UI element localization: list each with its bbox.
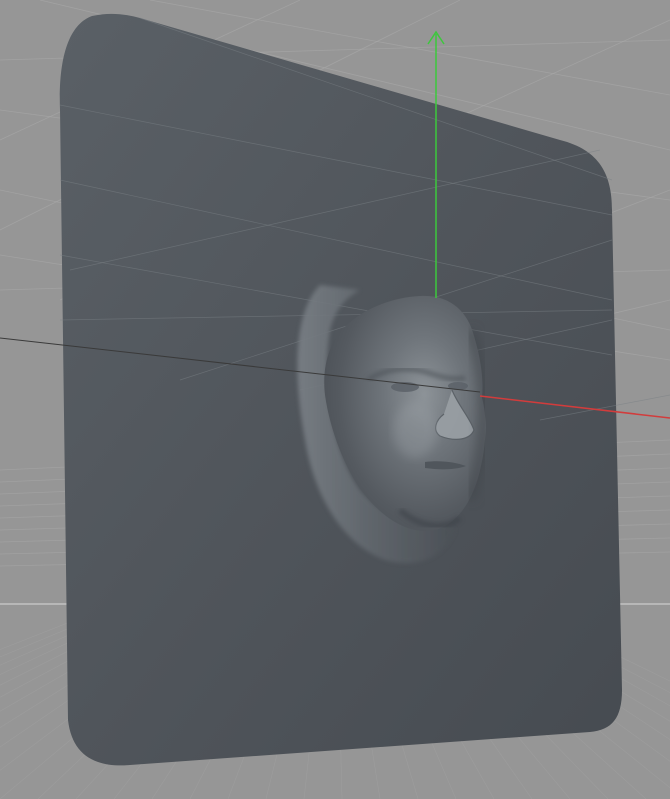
viewport-scene[interactable] [0, 0, 670, 799]
cheek-highlight [393, 402, 437, 458]
3d-viewport[interactable] [0, 0, 670, 799]
